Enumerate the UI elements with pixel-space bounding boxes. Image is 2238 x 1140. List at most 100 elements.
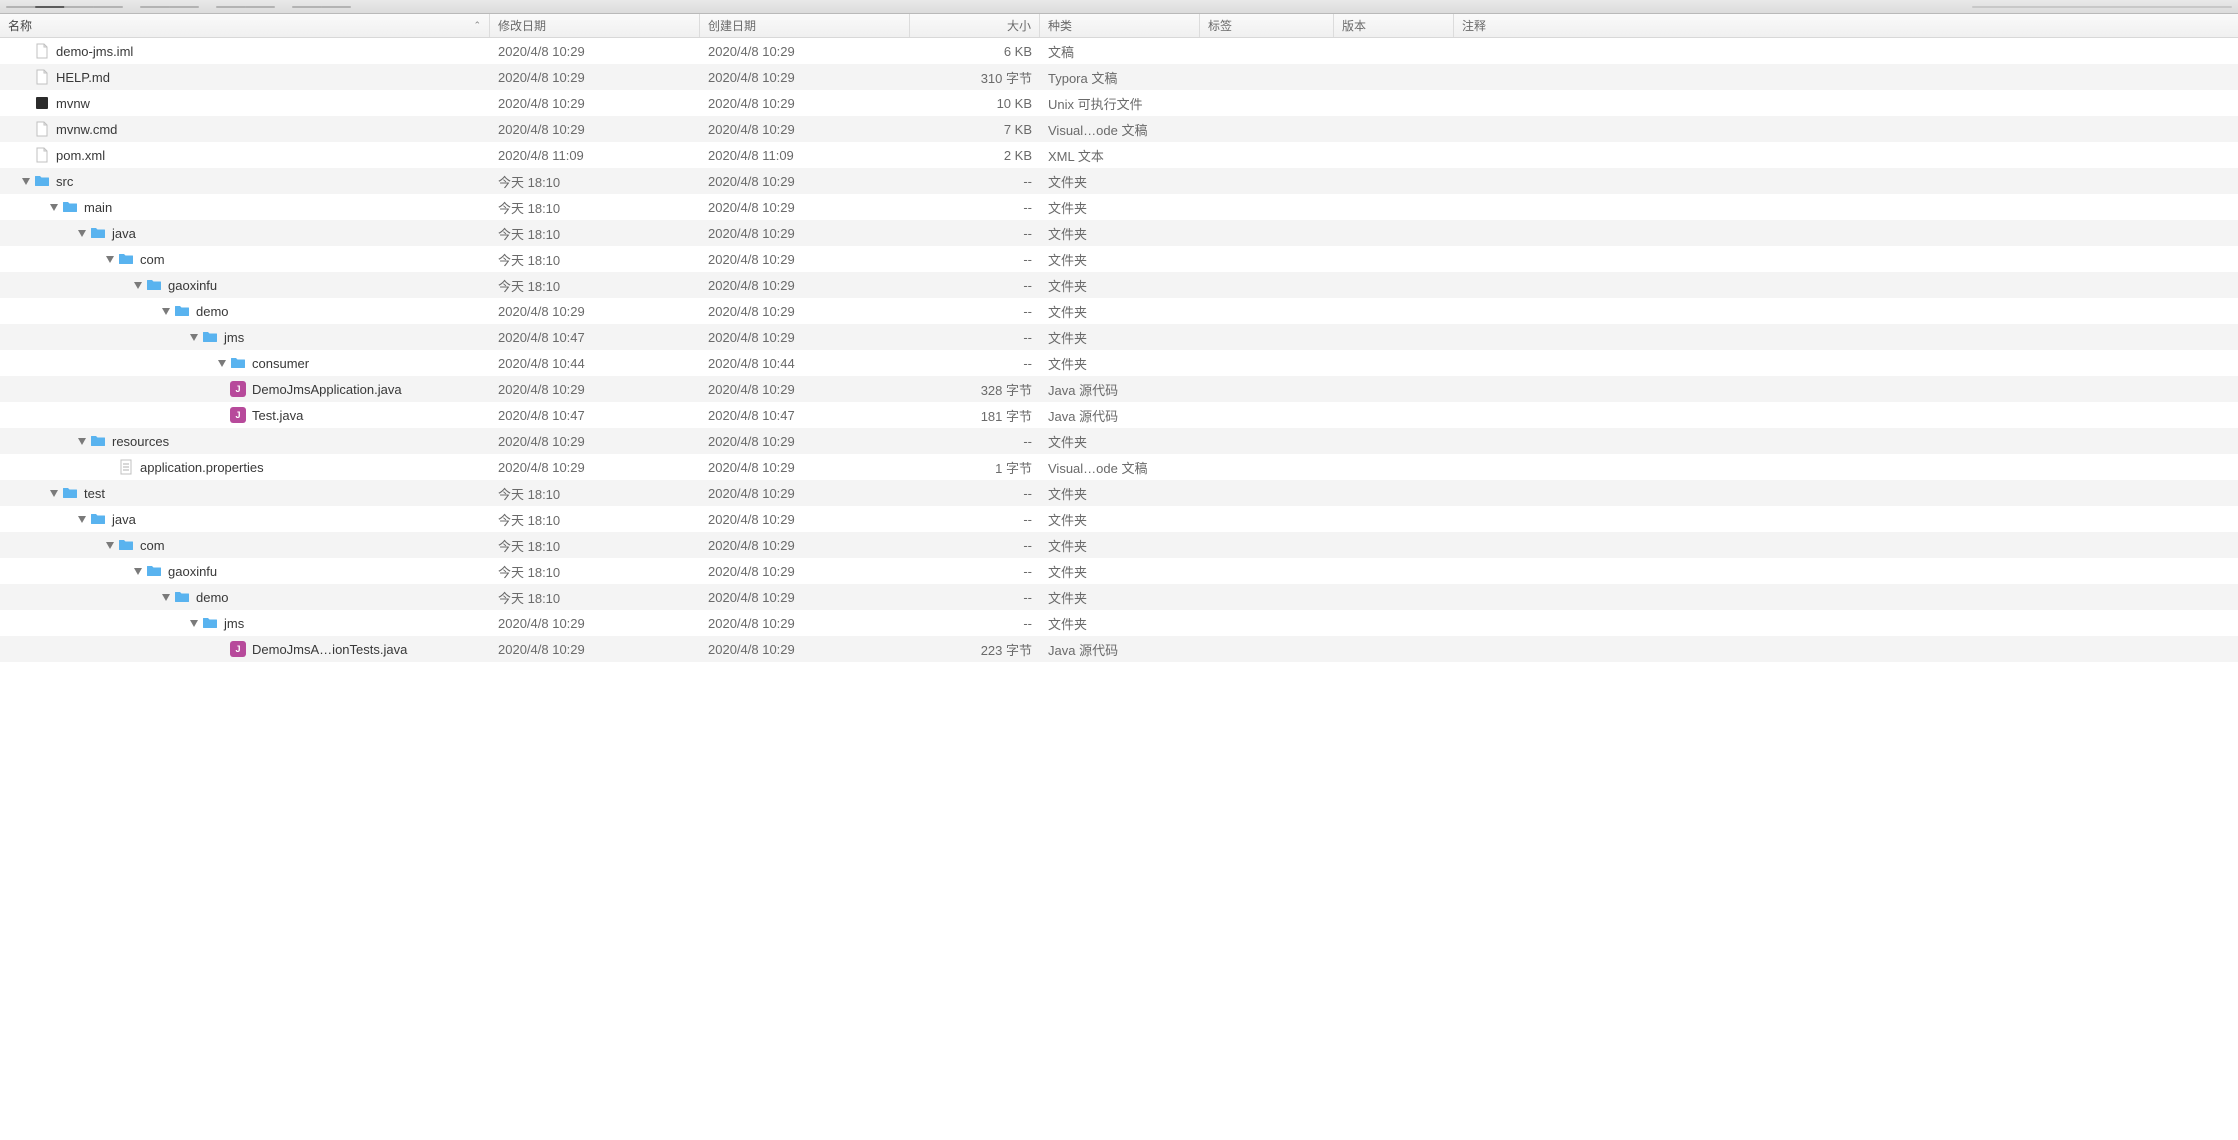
disclosure-triangle-icon[interactable]: [106, 256, 114, 263]
file-name-cell[interactable]: resources: [0, 433, 490, 449]
file-row[interactable]: src今天 18:102020/4/8 10:29--文件夹: [0, 168, 2238, 194]
disclosure-triangle-icon[interactable]: [22, 178, 30, 185]
file-row[interactable]: pom.xml2020/4/8 11:092020/4/8 11:092 KBX…: [0, 142, 2238, 168]
file-name-cell[interactable]: mvnw.cmd: [0, 121, 490, 137]
file-row[interactable]: JDemoJmsApplication.java2020/4/8 10:2920…: [0, 376, 2238, 402]
file-row[interactable]: demo2020/4/8 10:292020/4/8 10:29--文件夹: [0, 298, 2238, 324]
file-row[interactable]: java今天 18:102020/4/8 10:29--文件夹: [0, 220, 2238, 246]
sort-ascending-icon: ⌃: [473, 20, 481, 31]
file-name-cell[interactable]: demo-jms.iml: [0, 43, 490, 59]
file-name-cell[interactable]: consumer: [0, 355, 490, 371]
file-row[interactable]: jms2020/4/8 10:292020/4/8 10:29--文件夹: [0, 610, 2238, 636]
disclosure-triangle-icon[interactable]: [190, 334, 198, 341]
disclosure-triangle-icon[interactable]: [78, 230, 86, 237]
file-name-cell[interactable]: java: [0, 225, 490, 241]
file-name-cell[interactable]: application.properties: [0, 459, 490, 475]
file-kind-cell: 文件夹: [1040, 354, 1200, 373]
file-modified-cell: 今天 18:10: [490, 562, 700, 581]
view-icons-button[interactable]: [6, 6, 36, 8]
file-txt-icon: [118, 459, 134, 475]
file-row[interactable]: gaoxinfu今天 18:102020/4/8 10:29--文件夹: [0, 558, 2238, 584]
forward-button[interactable]: [321, 6, 351, 8]
file-row[interactable]: consumer2020/4/8 10:442020/4/8 10:44--文件…: [0, 350, 2238, 376]
column-header-size[interactable]: 大小: [910, 14, 1040, 37]
disclosure-triangle-icon[interactable]: [50, 490, 58, 497]
file-name-cell[interactable]: main: [0, 199, 490, 215]
file-size-cell: 181 字节: [910, 406, 1040, 425]
column-header-tags-label: 标签: [1208, 17, 1232, 34]
file-row[interactable]: resources2020/4/8 10:292020/4/8 10:29--文…: [0, 428, 2238, 454]
view-columns-button[interactable]: [64, 6, 94, 8]
file-row[interactable]: application.properties2020/4/8 10:292020…: [0, 454, 2238, 480]
column-header-modified[interactable]: 修改日期: [490, 14, 700, 37]
column-header-comments[interactable]: 注释: [1454, 14, 2238, 37]
file-name-cell[interactable]: demo: [0, 589, 490, 605]
share-button[interactable]: [216, 6, 246, 8]
file-row[interactable]: mvnw.cmd2020/4/8 10:292020/4/8 10:297 KB…: [0, 116, 2238, 142]
action-button[interactable]: [169, 6, 199, 8]
column-header-created[interactable]: 创建日期: [700, 14, 910, 37]
tags-button[interactable]: [245, 6, 275, 8]
file-name-cell[interactable]: JDemoJmsApplication.java: [0, 381, 490, 397]
file-name-cell[interactable]: JTest.java: [0, 407, 490, 423]
file-name-cell[interactable]: mvnw: [0, 95, 490, 111]
file-name-cell[interactable]: src: [0, 173, 490, 189]
file-name-cell[interactable]: jms: [0, 615, 490, 631]
disclosure-triangle-icon[interactable]: [162, 308, 170, 315]
disclosure-triangle-icon[interactable]: [134, 282, 142, 289]
file-name-label: gaoxinfu: [168, 564, 217, 579]
file-row[interactable]: HELP.md2020/4/8 10:292020/4/8 10:29310 字…: [0, 64, 2238, 90]
file-name-cell[interactable]: test: [0, 485, 490, 501]
file-size-cell: --: [910, 278, 1040, 293]
view-gallery-button[interactable]: [93, 6, 123, 8]
file-name-cell[interactable]: pom.xml: [0, 147, 490, 163]
file-name-cell[interactable]: demo: [0, 303, 490, 319]
disclosure-triangle-icon[interactable]: [218, 360, 226, 367]
file-name-cell[interactable]: com: [0, 537, 490, 553]
disclosure-triangle-icon[interactable]: [78, 438, 86, 445]
file-name-label: test: [84, 486, 105, 501]
file-row[interactable]: jms2020/4/8 10:472020/4/8 10:29--文件夹: [0, 324, 2238, 350]
disclosure-triangle-icon[interactable]: [162, 594, 170, 601]
file-kind-cell: Java 源代码: [1040, 406, 1200, 425]
file-name-cell[interactable]: HELP.md: [0, 69, 490, 85]
file-name-cell[interactable]: gaoxinfu: [0, 277, 490, 293]
disclosure-triangle-icon[interactable]: [190, 620, 198, 627]
file-row[interactable]: JDemoJmsA…ionTests.java2020/4/8 10:29202…: [0, 636, 2238, 662]
file-row[interactable]: mvnw2020/4/8 10:292020/4/8 10:2910 KBUni…: [0, 90, 2238, 116]
view-list-button[interactable]: [35, 6, 65, 8]
file-name-label: application.properties: [140, 460, 264, 475]
file-name-cell[interactable]: com: [0, 251, 490, 267]
column-header-name[interactable]: 名称 ⌃: [0, 14, 490, 37]
file-kind-cell: Typora 文稿: [1040, 68, 1200, 87]
column-header-kind[interactable]: 种类: [1040, 14, 1200, 37]
file-kind-cell: XML 文本: [1040, 146, 1200, 165]
back-button[interactable]: [292, 6, 322, 8]
file-row[interactable]: main今天 18:102020/4/8 10:29--文件夹: [0, 194, 2238, 220]
folder-icon: [62, 199, 78, 215]
column-header-version[interactable]: 版本: [1334, 14, 1454, 37]
file-row[interactable]: java今天 18:102020/4/8 10:29--文件夹: [0, 506, 2238, 532]
search-input[interactable]: 搜索: [1972, 6, 2232, 8]
file-size-cell: --: [910, 174, 1040, 189]
file-kind-cell: 文件夹: [1040, 250, 1200, 269]
file-row[interactable]: test今天 18:102020/4/8 10:29--文件夹: [0, 480, 2238, 506]
column-header-tags[interactable]: 标签: [1200, 14, 1334, 37]
file-row[interactable]: JTest.java2020/4/8 10:472020/4/8 10:4718…: [0, 402, 2238, 428]
file-name-cell[interactable]: gaoxinfu: [0, 563, 490, 579]
disclosure-triangle-icon[interactable]: [78, 516, 86, 523]
file-row[interactable]: demo-jms.iml2020/4/8 10:292020/4/8 10:29…: [0, 38, 2238, 64]
file-kind-cell: 文件夹: [1040, 588, 1200, 607]
arrange-button[interactable]: [140, 6, 170, 8]
disclosure-triangle-icon[interactable]: [134, 568, 142, 575]
disclosure-triangle-icon[interactable]: [106, 542, 114, 549]
file-row[interactable]: com今天 18:102020/4/8 10:29--文件夹: [0, 246, 2238, 272]
file-row[interactable]: com今天 18:102020/4/8 10:29--文件夹: [0, 532, 2238, 558]
file-name-cell[interactable]: jms: [0, 329, 490, 345]
file-name-cell[interactable]: JDemoJmsA…ionTests.java: [0, 641, 490, 657]
file-name-cell[interactable]: java: [0, 511, 490, 527]
file-size-cell: --: [910, 564, 1040, 579]
disclosure-triangle-icon[interactable]: [50, 204, 58, 211]
file-row[interactable]: demo今天 18:102020/4/8 10:29--文件夹: [0, 584, 2238, 610]
file-row[interactable]: gaoxinfu今天 18:102020/4/8 10:29--文件夹: [0, 272, 2238, 298]
